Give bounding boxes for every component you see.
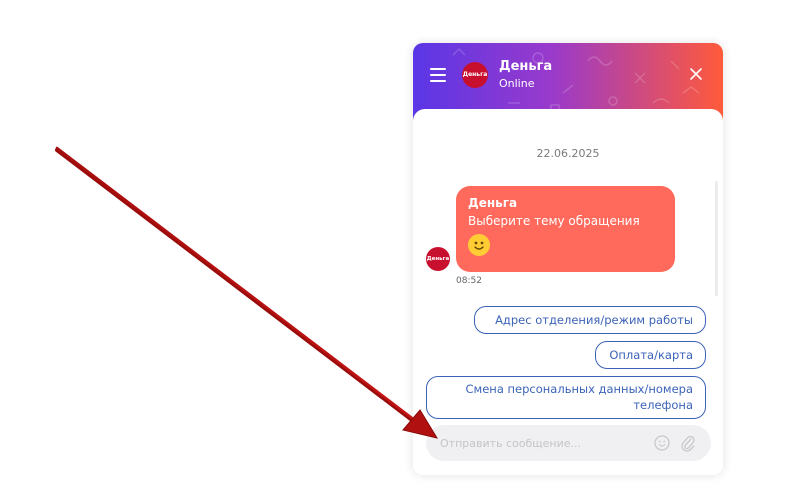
- hamburger-icon[interactable]: [430, 68, 446, 82]
- quick-reply-personal-data[interactable]: Смена персональных данных/номера телефон…: [426, 376, 706, 419]
- close-icon[interactable]: [689, 67, 703, 81]
- chat-widget: Деньга Деньга Online 22.06.2025 Деньга Д…: [413, 43, 723, 475]
- message-composer: [426, 425, 711, 461]
- header-avatar: Деньга: [462, 62, 488, 88]
- message-bubble: Деньга Выберите тему обращения: [456, 186, 675, 272]
- chat-title: Деньга: [499, 59, 553, 74]
- message-avatar: Деньга: [426, 247, 450, 271]
- chat-status: Online: [499, 77, 535, 90]
- message-sender: Деньга: [468, 196, 518, 210]
- quick-reply-payment[interactable]: Оплата/карта: [595, 341, 706, 369]
- paperclip-icon[interactable]: [680, 434, 696, 452]
- emoji-icon[interactable]: [654, 435, 670, 451]
- date-separator: 22.06.2025: [536, 147, 600, 160]
- message-text: Выберите тему обращения: [468, 214, 640, 228]
- chat-body: 22.06.2025 Деньга Деньга Выберите тему о…: [413, 109, 723, 475]
- message-time: 08:52: [456, 276, 482, 286]
- quick-reply-address[interactable]: Адрес отделения/режим работы: [474, 306, 706, 334]
- message-input[interactable]: [440, 425, 640, 461]
- smiley-icon: [468, 234, 490, 256]
- scrollbar[interactable]: [715, 181, 718, 296]
